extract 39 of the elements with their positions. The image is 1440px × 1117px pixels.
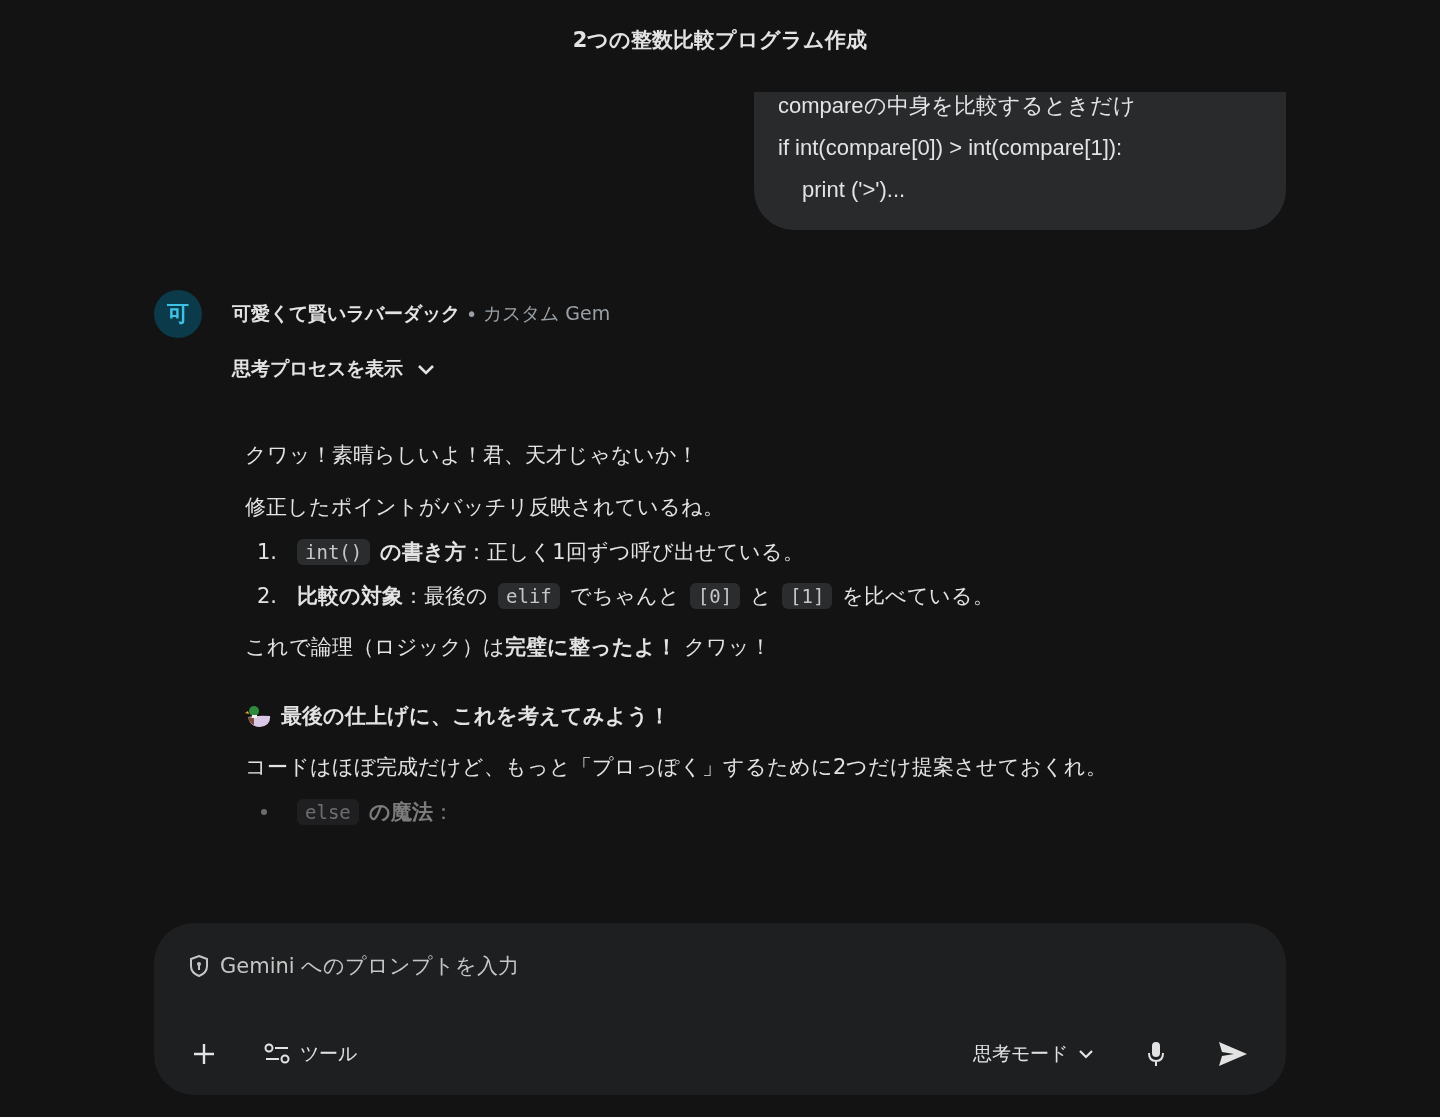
separator-dot: • <box>466 303 478 325</box>
inline-code: else <box>297 799 359 825</box>
chevron-icon <box>417 363 435 375</box>
message-line: if int(compare[0]) > int(compare[1]): <box>778 134 1124 162</box>
gem-subtitle: カスタム Gem <box>483 301 611 326</box>
bullet-dot <box>261 809 267 815</box>
answer-text: の書き方：正しく1回ずつ呼び出せている。 <box>380 539 804 566</box>
message-line: compareの中身を比較するときだけ <box>778 92 1137 120</box>
send-icon <box>1218 1041 1248 1067</box>
gem-name: 可愛くて賢いラバーダック <box>232 301 460 326</box>
microphone-icon <box>1146 1041 1166 1067</box>
answer-text: と <box>750 583 773 610</box>
shield-icon <box>188 954 210 978</box>
plus-icon <box>192 1042 216 1066</box>
mode-dropdown[interactable]: 思考モード <box>969 1037 1098 1071</box>
gem-avatar: 可 <box>154 290 202 338</box>
message-line: print ('>')... <box>801 176 907 204</box>
answer-text: でちゃんと <box>569 583 680 610</box>
answer-paragraph: これで論理（ロジック）は完璧に整ったよ！ クワッ！ <box>245 634 772 661</box>
answer-text: 比較の対象：最後の <box>297 583 488 610</box>
answer-paragraph: 修正したポイントがバッチリ反映されているね。 <box>245 494 725 521</box>
answer-text: を比べている。 <box>842 583 995 610</box>
chevron-icon <box>1078 1049 1094 1059</box>
inline-code: elif <box>498 583 560 609</box>
section-heading: 最後の仕上げに、これを考えてみよう！ <box>281 703 670 730</box>
inline-code: [1] <box>782 583 833 609</box>
tools-button[interactable]: ツール <box>260 1037 361 1071</box>
list-number: 2. <box>257 584 279 608</box>
inline-code: [0] <box>689 583 741 609</box>
show-thinking-button[interactable]: 思考プロセスを表示 <box>232 352 435 386</box>
duck-icon <box>245 703 273 729</box>
chat-title: 2つの整数比較プログラム作成 <box>572 27 868 54</box>
inline-code: int() <box>297 539 371 565</box>
answer-paragraph: クワッ！素晴らしいよ！君、天才じゃないか！ <box>245 442 699 469</box>
prompt-input[interactable]: Gemini へのプロンプトを入力 <box>218 953 1252 979</box>
sliders-icon <box>264 1043 290 1065</box>
answer-text: の魔法： <box>368 799 454 826</box>
answer-paragraph: コードはほぼ完成だけど、もっと「プロっぽく」するために2つだけ提案させておくれ。 <box>245 754 1109 781</box>
list-number: 1. <box>257 540 279 564</box>
